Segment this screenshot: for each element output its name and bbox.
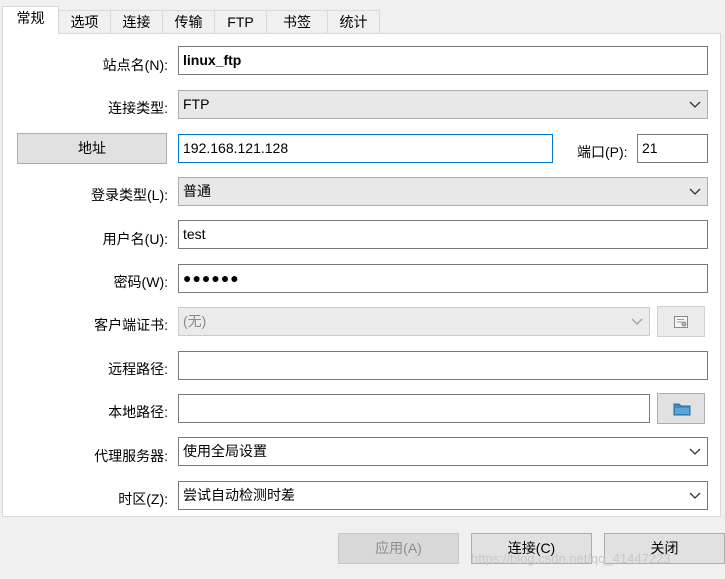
- folder-icon: [673, 403, 691, 416]
- chevron-down-icon: [689, 448, 701, 455]
- tab-connection[interactable]: 连接: [110, 10, 163, 34]
- proxy-label: 代理服务器:: [94, 448, 168, 464]
- chevron-down-icon: [689, 101, 701, 108]
- address-button[interactable]: 地址: [17, 133, 167, 164]
- tab-bookmarks[interactable]: 书签: [266, 10, 328, 34]
- tab-strip: 常规 选项 连接 传输 FTP 书签 统计: [0, 6, 725, 35]
- remote-path-input[interactable]: [178, 351, 708, 380]
- password-label: 密码(W):: [113, 274, 168, 290]
- tab-options[interactable]: 选项: [58, 10, 111, 34]
- address-input[interactable]: 192.168.121.128: [178, 134, 553, 163]
- client-cert-select[interactable]: (无): [178, 307, 650, 336]
- local-path-label: 本地路径:: [108, 404, 168, 420]
- client-cert-label: 客户端证书:: [94, 317, 168, 333]
- proxy-select[interactable]: 使用全局设置: [178, 437, 708, 466]
- login-type-value: 普通: [183, 183, 211, 199]
- conn-type-select[interactable]: FTP: [178, 90, 708, 119]
- watermark: https://blog.csdn.net/qq_41447223: [471, 551, 671, 566]
- site-name-input[interactable]: linux_ftp: [178, 46, 708, 75]
- local-path-input[interactable]: [178, 394, 650, 423]
- certificate-browse-button[interactable]: [657, 306, 705, 337]
- password-input[interactable]: ●●●●●●: [178, 264, 708, 293]
- apply-button[interactable]: 应用(A): [338, 533, 459, 564]
- chevron-down-icon: [689, 492, 701, 499]
- chevron-down-icon: [631, 318, 643, 325]
- tab-general[interactable]: 常规: [2, 6, 59, 35]
- timezone-select[interactable]: 尝试自动检测时差: [178, 481, 708, 510]
- certificate-icon: [674, 316, 688, 328]
- tab-ftp[interactable]: FTP: [214, 10, 267, 34]
- tab-transfer[interactable]: 传输: [162, 10, 215, 34]
- conn-type-value: FTP: [183, 96, 210, 112]
- username-input[interactable]: test: [178, 220, 708, 249]
- proxy-value: 使用全局设置: [183, 443, 267, 459]
- port-input[interactable]: 21: [637, 134, 708, 163]
- username-label: 用户名(U):: [102, 231, 168, 247]
- login-type-select[interactable]: 普通: [178, 177, 708, 206]
- client-cert-value: (无): [183, 313, 207, 329]
- port-label: 端口(P):: [577, 144, 628, 160]
- tab-statistics[interactable]: 统计: [327, 10, 380, 34]
- remote-path-label: 远程路径:: [108, 361, 168, 377]
- timezone-label: 时区(Z):: [118, 491, 168, 507]
- site-name-label: 站点名(N):: [102, 57, 168, 73]
- local-path-browse-button[interactable]: [657, 393, 705, 424]
- timezone-value: 尝试自动检测时差: [183, 487, 295, 503]
- login-type-label: 登录类型(L):: [91, 187, 168, 203]
- chevron-down-icon: [689, 188, 701, 195]
- conn-type-label: 连接类型:: [108, 100, 168, 116]
